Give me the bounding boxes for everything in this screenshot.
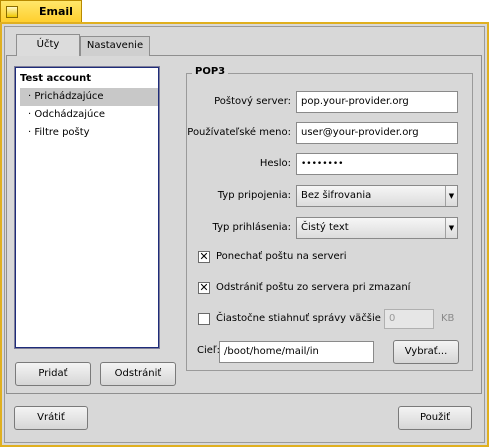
server-label: Poštový server: [214, 96, 291, 107]
login-type-label: Typ prihlásenia: [212, 222, 291, 233]
browse-button[interactable]: Vybrať... [393, 340, 459, 364]
delete-on-server-label: Odstrániť poštu zo servera pri zmazaní [216, 282, 411, 293]
username-label: Používateľské meno: [187, 127, 291, 138]
chevron-down-icon: ▼ [445, 218, 457, 238]
list-item-incoming[interactable]: · Prichádzajúce [20, 88, 158, 106]
partial-download-label: Čiastočne stiahnuť správy väčšie ako [216, 313, 402, 324]
server-input[interactable]: pop.your-provider.org [296, 91, 458, 113]
account-list[interactable]: Test account · Prichádzajúce · Odchádzaj… [14, 66, 160, 349]
tab-settings[interactable]: Nastavenie [80, 36, 150, 56]
connection-type-select[interactable]: Bez šifrovania ▼ [296, 185, 458, 207]
list-item-filters[interactable]: · Filtre pošty [20, 124, 158, 142]
add-button[interactable]: Pridať [15, 362, 91, 386]
destination-label: Cieľ: [197, 345, 221, 356]
partial-download-checkbox[interactable] [198, 313, 210, 325]
close-icon[interactable] [6, 6, 18, 18]
size-unit-label: KB [441, 313, 455, 324]
pop3-group-title: POP3 [192, 66, 229, 77]
chevron-down-icon: ▼ [445, 186, 457, 206]
partial-size-input[interactable]: 0 [384, 309, 434, 329]
tab-accounts[interactable]: Účty [16, 34, 80, 56]
window-title-tab[interactable]: Email [0, 0, 82, 22]
delete-on-server-checkbox[interactable]: ✕ [198, 282, 210, 294]
list-item-account[interactable]: Test account [20, 70, 158, 88]
apply-button[interactable]: Použiť [398, 406, 472, 430]
password-input[interactable]: •••••••• [296, 153, 458, 175]
revert-button[interactable]: Vrátiť [14, 406, 88, 430]
remove-button[interactable]: Odstrániť [100, 362, 176, 386]
login-type-value: Čistý text [301, 222, 349, 233]
leave-on-server-label: Ponechať poštu na serveri [216, 251, 347, 262]
login-type-select[interactable]: Čistý text ▼ [296, 217, 458, 239]
password-label: Heslo: [259, 158, 291, 169]
destination-input[interactable]: /boot/home/mail/in [219, 341, 374, 363]
username-input[interactable]: user@your-provider.org [296, 122, 458, 144]
connection-type-value: Bez šifrovania [301, 190, 372, 201]
leave-on-server-checkbox[interactable]: ✕ [198, 251, 210, 263]
window-title: Email [39, 5, 73, 18]
connection-type-label: Typ pripojenia: [217, 190, 291, 201]
list-item-outgoing[interactable]: · Odchádzajúce [20, 106, 158, 124]
